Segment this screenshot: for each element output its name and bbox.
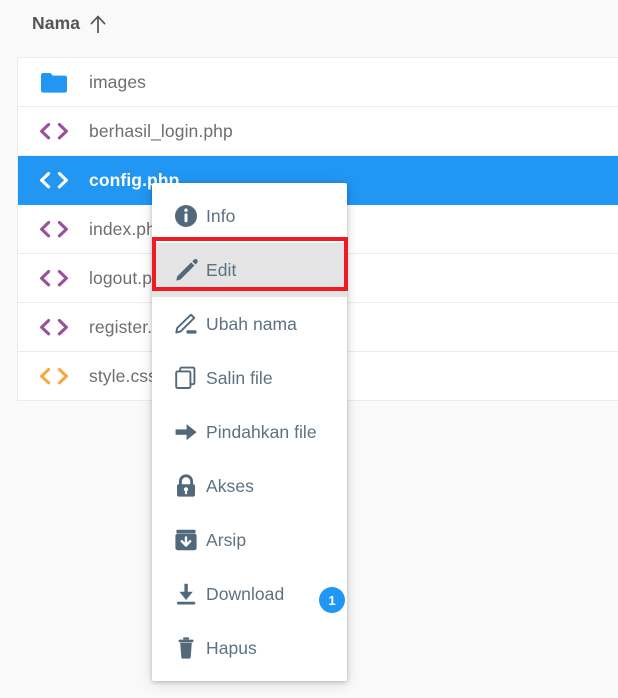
menu-item-label: Info bbox=[206, 206, 235, 227]
copy-icon bbox=[166, 366, 206, 390]
menu-item-hapus[interactable]: Hapus bbox=[152, 621, 347, 675]
sort-by-name-header[interactable]: Nama bbox=[32, 13, 107, 34]
menu-item-label: Download bbox=[206, 584, 284, 605]
menu-item-akses[interactable]: Akses bbox=[152, 459, 347, 513]
lock-icon bbox=[166, 474, 206, 498]
menu-item-label: Hapus bbox=[206, 638, 257, 659]
arrow-right-icon bbox=[166, 420, 206, 444]
arrow-up-icon bbox=[89, 14, 107, 34]
code-file-icon bbox=[18, 267, 89, 290]
code-file-icon bbox=[18, 316, 89, 339]
code-file-icon bbox=[18, 218, 89, 241]
rename-icon bbox=[166, 312, 206, 336]
table-row[interactable]: images bbox=[18, 58, 618, 107]
sort-column-label: Nama bbox=[32, 13, 80, 34]
menu-item-salin-file[interactable]: Salin file bbox=[152, 351, 347, 405]
file-context-menu: Info Edit Ubah nama Salin file Pindahkan fil… bbox=[152, 183, 347, 681]
menu-item-info[interactable]: Info bbox=[152, 189, 347, 243]
menu-item-label: Edit bbox=[206, 260, 236, 281]
file-name-label: style.css bbox=[89, 366, 157, 387]
trash-icon bbox=[166, 636, 206, 660]
archive-icon bbox=[166, 528, 206, 552]
menu-item-label: Ubah nama bbox=[206, 314, 297, 335]
info-icon bbox=[166, 204, 206, 228]
code-file-icon bbox=[18, 365, 89, 388]
menu-item-arsip[interactable]: Arsip bbox=[152, 513, 347, 567]
menu-item-label: Salin file bbox=[206, 368, 273, 389]
folder-icon bbox=[18, 71, 89, 94]
menu-item-edit[interactable]: Edit bbox=[152, 243, 347, 297]
menu-item-pindahkan-file[interactable]: Pindahkan file bbox=[152, 405, 347, 459]
file-list-header: Nama bbox=[0, 0, 618, 57]
menu-item-label: Pindahkan file bbox=[206, 422, 317, 443]
file-name-label: berhasil_login.php bbox=[89, 121, 233, 142]
download-count-badge: 1 bbox=[319, 587, 345, 613]
menu-item-ubah-nama[interactable]: Ubah nama bbox=[152, 297, 347, 351]
menu-item-download[interactable]: Download bbox=[152, 567, 347, 621]
code-file-icon bbox=[18, 169, 89, 192]
table-row[interactable]: berhasil_login.php bbox=[18, 107, 618, 156]
code-file-icon bbox=[18, 120, 89, 143]
pencil-icon bbox=[166, 258, 206, 282]
download-icon bbox=[166, 582, 206, 606]
menu-item-label: Arsip bbox=[206, 530, 246, 551]
file-name-label: images bbox=[89, 72, 146, 93]
menu-item-label: Akses bbox=[206, 476, 254, 497]
